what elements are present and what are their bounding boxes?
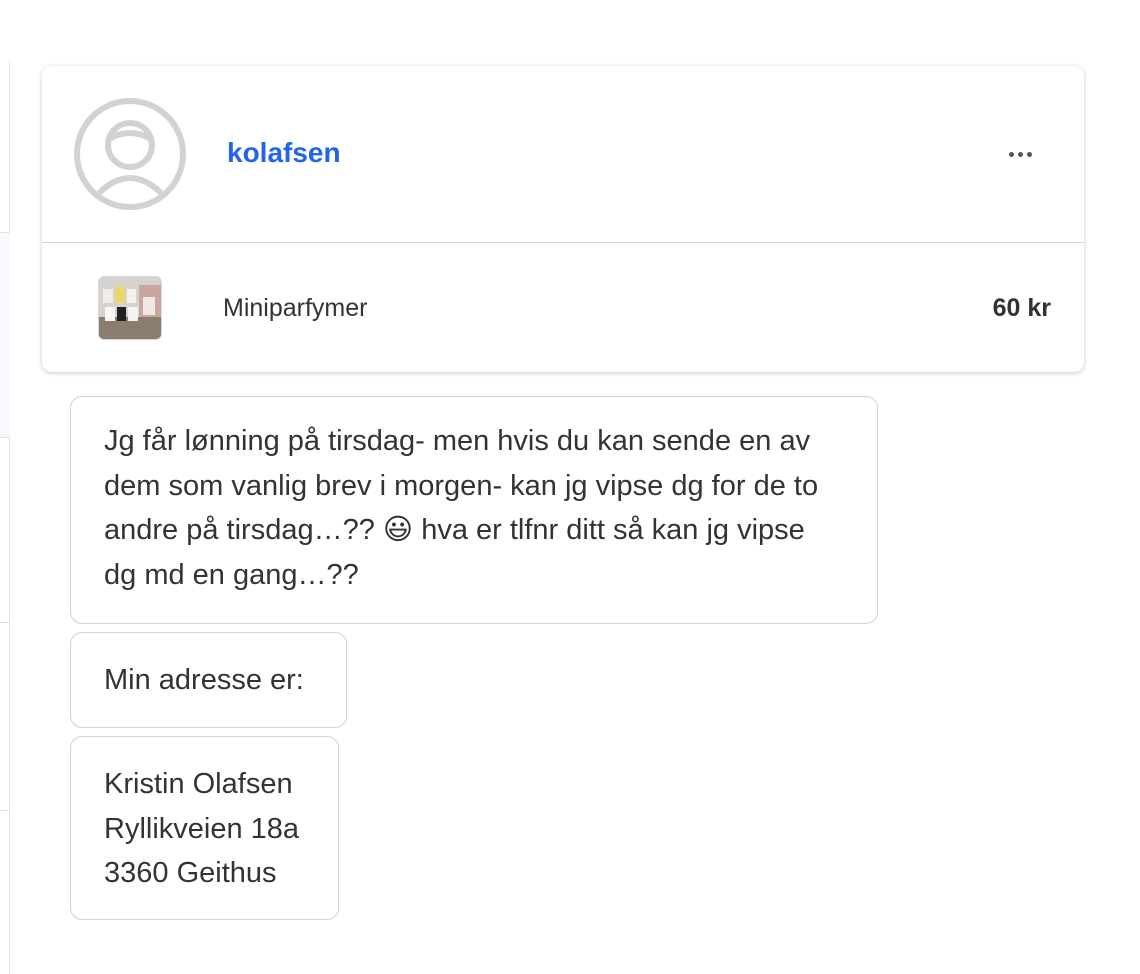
listing-thumbnail[interactable] [98, 276, 162, 340]
conversation-card: kolafsen Miniparfymer 60 kr [42, 66, 1084, 372]
listing-row[interactable]: Miniparfymer 60 kr [42, 243, 1084, 372]
username-link[interactable]: kolafsen [227, 136, 341, 170]
message-bubble: Kristin Olafsen Ryllikveien 18a 3360 Gei… [70, 736, 339, 920]
message-bubble: Min adresse er: [70, 632, 347, 728]
divider [0, 810, 10, 811]
listing-title[interactable]: Miniparfymer [223, 293, 367, 323]
more-options-icon[interactable] [998, 138, 1042, 170]
divider [0, 622, 10, 623]
user-avatar-placeholder-icon[interactable] [73, 97, 187, 211]
left-panel-highlight [0, 232, 10, 438]
message-bubble: Jg får lønning på tirsdag- men hvis du k… [70, 396, 878, 624]
listing-price: 60 kr [992, 294, 1051, 322]
conversation-header: kolafsen [42, 66, 1084, 243]
left-panel-edge [0, 62, 10, 974]
